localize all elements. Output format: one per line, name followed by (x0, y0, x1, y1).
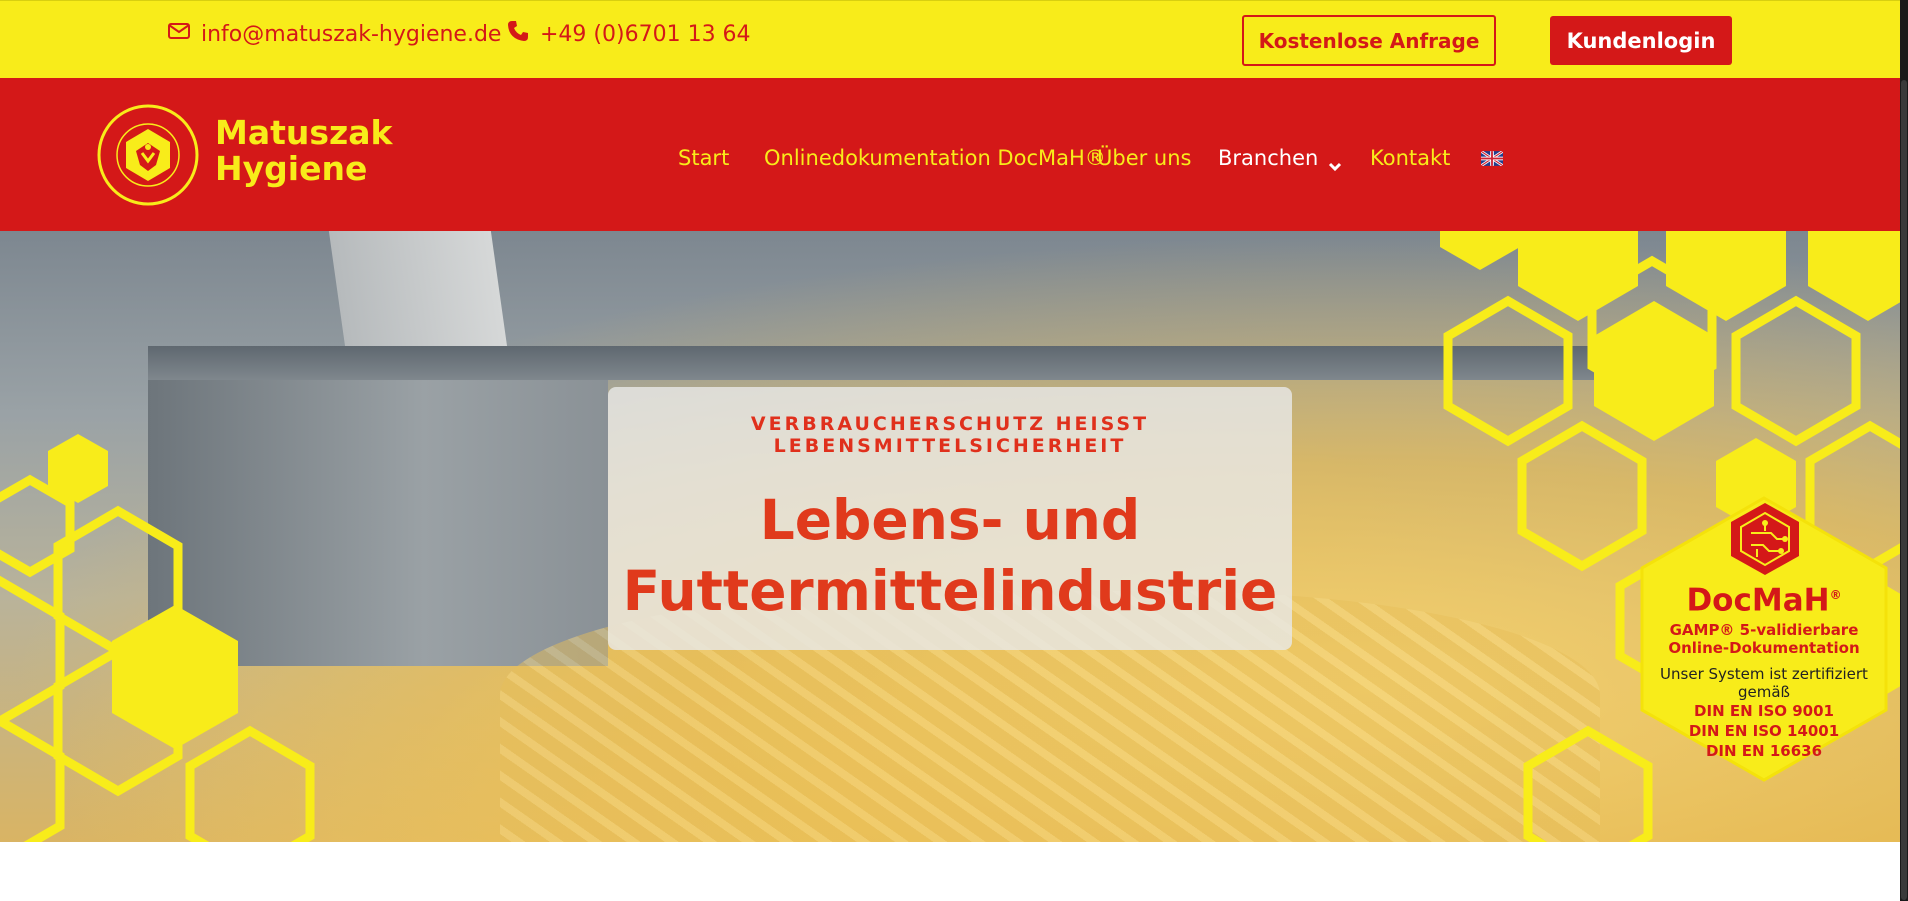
docmah-circuit-icon (1727, 501, 1803, 577)
nav-branchen-label: Branchen (1218, 146, 1319, 170)
nav-branchen[interactable]: Branchen (1218, 141, 1342, 175)
phone-text[interactable]: +49 (0)6701 13 64 (540, 22, 751, 47)
docmah-standard-2: DIN EN ISO 14001 (1688, 722, 1840, 741)
nav-contact[interactable]: Kontakt (1370, 141, 1450, 175)
docmah-tagline-1: GAMP® 5-validierbare (1669, 621, 1859, 640)
envelope-icon (167, 19, 191, 49)
uk-flag-icon[interactable] (1481, 141, 1503, 175)
nav-about-us[interactable]: Über uns (1097, 141, 1192, 175)
logo-emblem-icon[interactable] (96, 103, 200, 207)
docmah-standard-3: DIN EN 16636 (1705, 742, 1822, 761)
logo-line-2: Hygiene (215, 149, 368, 188)
chevron-down-icon (1328, 153, 1342, 172)
nav-start[interactable]: Start (678, 141, 729, 175)
phone-link[interactable]: +49 (0)6701 13 64 (506, 19, 751, 49)
free-request-button[interactable]: Kostenlose Anfrage (1242, 15, 1496, 66)
docmah-cert-text: Unser System ist zertifiziert gemäß (1660, 665, 1868, 702)
hero-title: Lebens- und Futtermittelindustrie (608, 485, 1292, 627)
docmah-name-text: DocMaH (1686, 582, 1830, 619)
logo-wordmark[interactable]: Matuszak Hygiene (215, 115, 392, 187)
scrollbar-thumb[interactable] (1901, 80, 1907, 900)
hero-text-card: VERBRAUCHERSCHUTZ HEISST LEBENSMITTELSIC… (608, 387, 1292, 650)
phone-icon (506, 19, 530, 49)
nav-online-documentation[interactable]: Onlinedokumentation DocMaH® (764, 141, 1106, 175)
email-text[interactable]: info@matuszak-hygiene.de (201, 22, 501, 47)
hero-title-line-2: Futtermittelindustrie (622, 559, 1278, 623)
docmah-tagline-2: Online-Dokumentation (1668, 639, 1860, 658)
top-contact-bar: info@matuszak-hygiene.de +49 (0)6701 13 … (0, 0, 1900, 78)
docmah-name: DocMaH® (1640, 578, 1888, 617)
docmah-tagline: GAMP® 5-validierbare Online-Dokumentatio… (1640, 621, 1888, 657)
docmah-badge[interactable]: DocMaH® GAMP® 5-validierbare Online-Doku… (1640, 578, 1888, 761)
docmah-registered-mark: ® (1829, 588, 1842, 602)
email-link[interactable]: info@matuszak-hygiene.de (167, 19, 501, 49)
logo-line-1: Matuszak (215, 113, 393, 152)
hero-subtitle: VERBRAUCHERSCHUTZ HEISST LEBENSMITTELSIC… (750, 413, 1150, 457)
customer-login-button[interactable]: Kundenlogin (1550, 16, 1732, 65)
hero-title-line-1: Lebens- und (759, 488, 1141, 552)
docmah-standard-1: DIN EN ISO 9001 (1694, 702, 1834, 721)
